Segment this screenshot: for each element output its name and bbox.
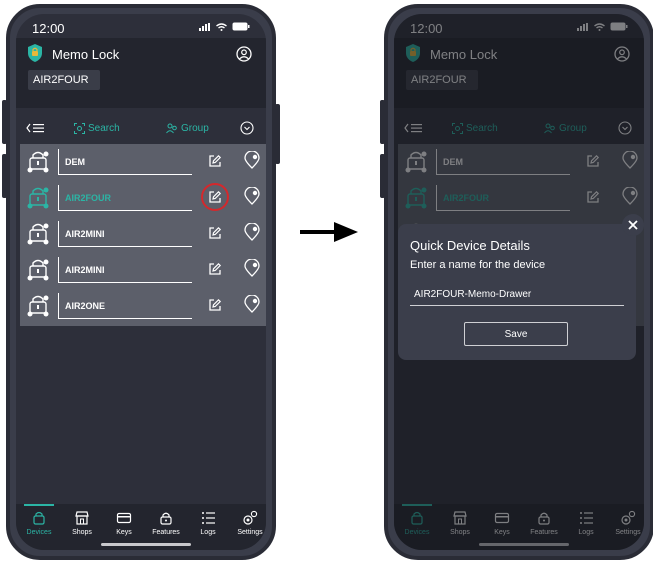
phone-side-button <box>275 104 280 164</box>
devices-icon <box>33 511 45 525</box>
device-row[interactable]: AIR2ONE <box>20 288 266 324</box>
wifi-icon <box>216 22 227 31</box>
tab-label: Devices <box>26 529 52 536</box>
device-name-field: AIR2MINI <box>58 221 192 247</box>
selected-device-pill[interactable]: AIR2FOUR <box>28 70 100 90</box>
device-row[interactable]: AIR2MINI <box>20 252 266 288</box>
tab-label: Settings <box>237 529 263 536</box>
tab-label: Features <box>152 529 180 536</box>
shield-logo-icon <box>28 44 42 62</box>
device-name-input[interactable] <box>410 284 624 306</box>
group-button[interactable]: Group <box>166 123 209 134</box>
location-pin-icon[interactable] <box>244 295 260 313</box>
list-view-icon[interactable] <box>26 122 44 134</box>
bottom-tab-bar: Devices Shops Keys Features Logs Setting… <box>16 504 266 550</box>
edit-icon[interactable] <box>208 298 222 312</box>
battery-icon <box>232 22 250 31</box>
keycard-icon <box>116 512 132 524</box>
device-name-field: DEM <box>58 149 192 175</box>
logs-list-icon <box>202 512 215 524</box>
dialog-subtitle: Enter a name for the device <box>410 259 546 271</box>
profile-icon[interactable] <box>236 46 252 62</box>
tab-shops[interactable]: Shops <box>62 510 102 536</box>
save-button[interactable]: Save <box>464 322 568 346</box>
lock-icon <box>27 151 49 173</box>
close-icon[interactable] <box>622 214 644 236</box>
dialog-title: Quick Device Details <box>410 238 530 253</box>
location-pin-icon[interactable] <box>244 223 260 241</box>
tab-logs[interactable]: Logs <box>188 510 228 536</box>
quick-device-details-dialog: Quick Device Details Enter a name for th… <box>398 224 636 360</box>
lock-icon <box>27 295 49 317</box>
signal-icon <box>199 22 210 31</box>
lock-icon <box>27 187 49 209</box>
location-pin-icon[interactable] <box>244 151 260 169</box>
device-name: AIR2FOUR <box>65 193 112 203</box>
device-name: AIR2ONE <box>65 301 106 311</box>
device-name: AIR2MINI <box>65 265 105 275</box>
location-pin-icon[interactable] <box>244 187 260 205</box>
search-button[interactable]: Search <box>74 123 120 134</box>
device-name: DEM <box>65 157 85 167</box>
screen: 12:00 Memo Lock AIR2FOUR Search Group <box>394 14 644 550</box>
device-row[interactable]: AIR2MINI <box>20 216 266 252</box>
phone-side-button <box>2 154 7 198</box>
phone-side-button <box>380 154 385 198</box>
arrow-right-icon <box>300 222 358 242</box>
edit-icon[interactable] <box>208 262 222 276</box>
device-name-field: AIR2FOUR <box>58 185 192 211</box>
tab-label: Keys <box>116 529 132 536</box>
tab-indicator <box>24 504 54 506</box>
highlight-circle <box>201 183 229 211</box>
phone-before: 12:00 Memo Lock AIR2FOUR Search Group DE… <box>2 4 280 560</box>
shop-icon <box>75 511 89 525</box>
device-name-field: AIR2MINI <box>58 257 192 283</box>
phone-side-button <box>2 100 7 144</box>
device-row-selected[interactable]: AIR2FOUR <box>20 180 266 216</box>
device-row[interactable]: DEM <box>20 144 266 180</box>
lock-icon <box>27 223 49 245</box>
group-icon <box>166 123 177 134</box>
device-list: DEM AIR2FOUR AIR2MINI AIR2MINI AIR2ONE <box>20 144 266 326</box>
toolbar: Search Group <box>16 114 266 144</box>
lock-icon <box>27 259 49 281</box>
edit-icon[interactable] <box>208 154 222 168</box>
search-label: Search <box>88 123 120 134</box>
tab-label: Shops <box>72 529 92 536</box>
app-title: Memo Lock <box>52 47 120 62</box>
padlock-icon <box>160 512 172 525</box>
scan-search-icon <box>74 123 85 134</box>
phone-after: 12:00 Memo Lock AIR2FOUR Search Group <box>380 4 653 560</box>
app-header: Memo Lock AIR2FOUR <box>16 38 266 108</box>
home-indicator <box>101 543 191 546</box>
phone-side-button <box>380 100 385 144</box>
edit-icon[interactable] <box>208 226 222 240</box>
screen: 12:00 Memo Lock AIR2FOUR Search Group <box>16 14 266 550</box>
chevron-down-circle-icon[interactable] <box>240 121 254 135</box>
device-name-field: AIR2ONE <box>58 293 192 319</box>
tab-devices[interactable]: Devices <box>19 510 59 536</box>
tab-label: Logs <box>200 529 216 536</box>
device-name: AIR2MINI <box>65 229 105 239</box>
tab-keys[interactable]: Keys <box>104 510 144 536</box>
tab-features[interactable]: Features <box>146 510 186 536</box>
gear-icon <box>243 510 258 525</box>
status-bar: 12:00 <box>16 14 266 38</box>
status-time: 12:00 <box>32 21 65 36</box>
tab-settings[interactable]: Settings <box>230 510 266 536</box>
group-label: Group <box>181 123 209 134</box>
location-pin-icon[interactable] <box>244 259 260 277</box>
